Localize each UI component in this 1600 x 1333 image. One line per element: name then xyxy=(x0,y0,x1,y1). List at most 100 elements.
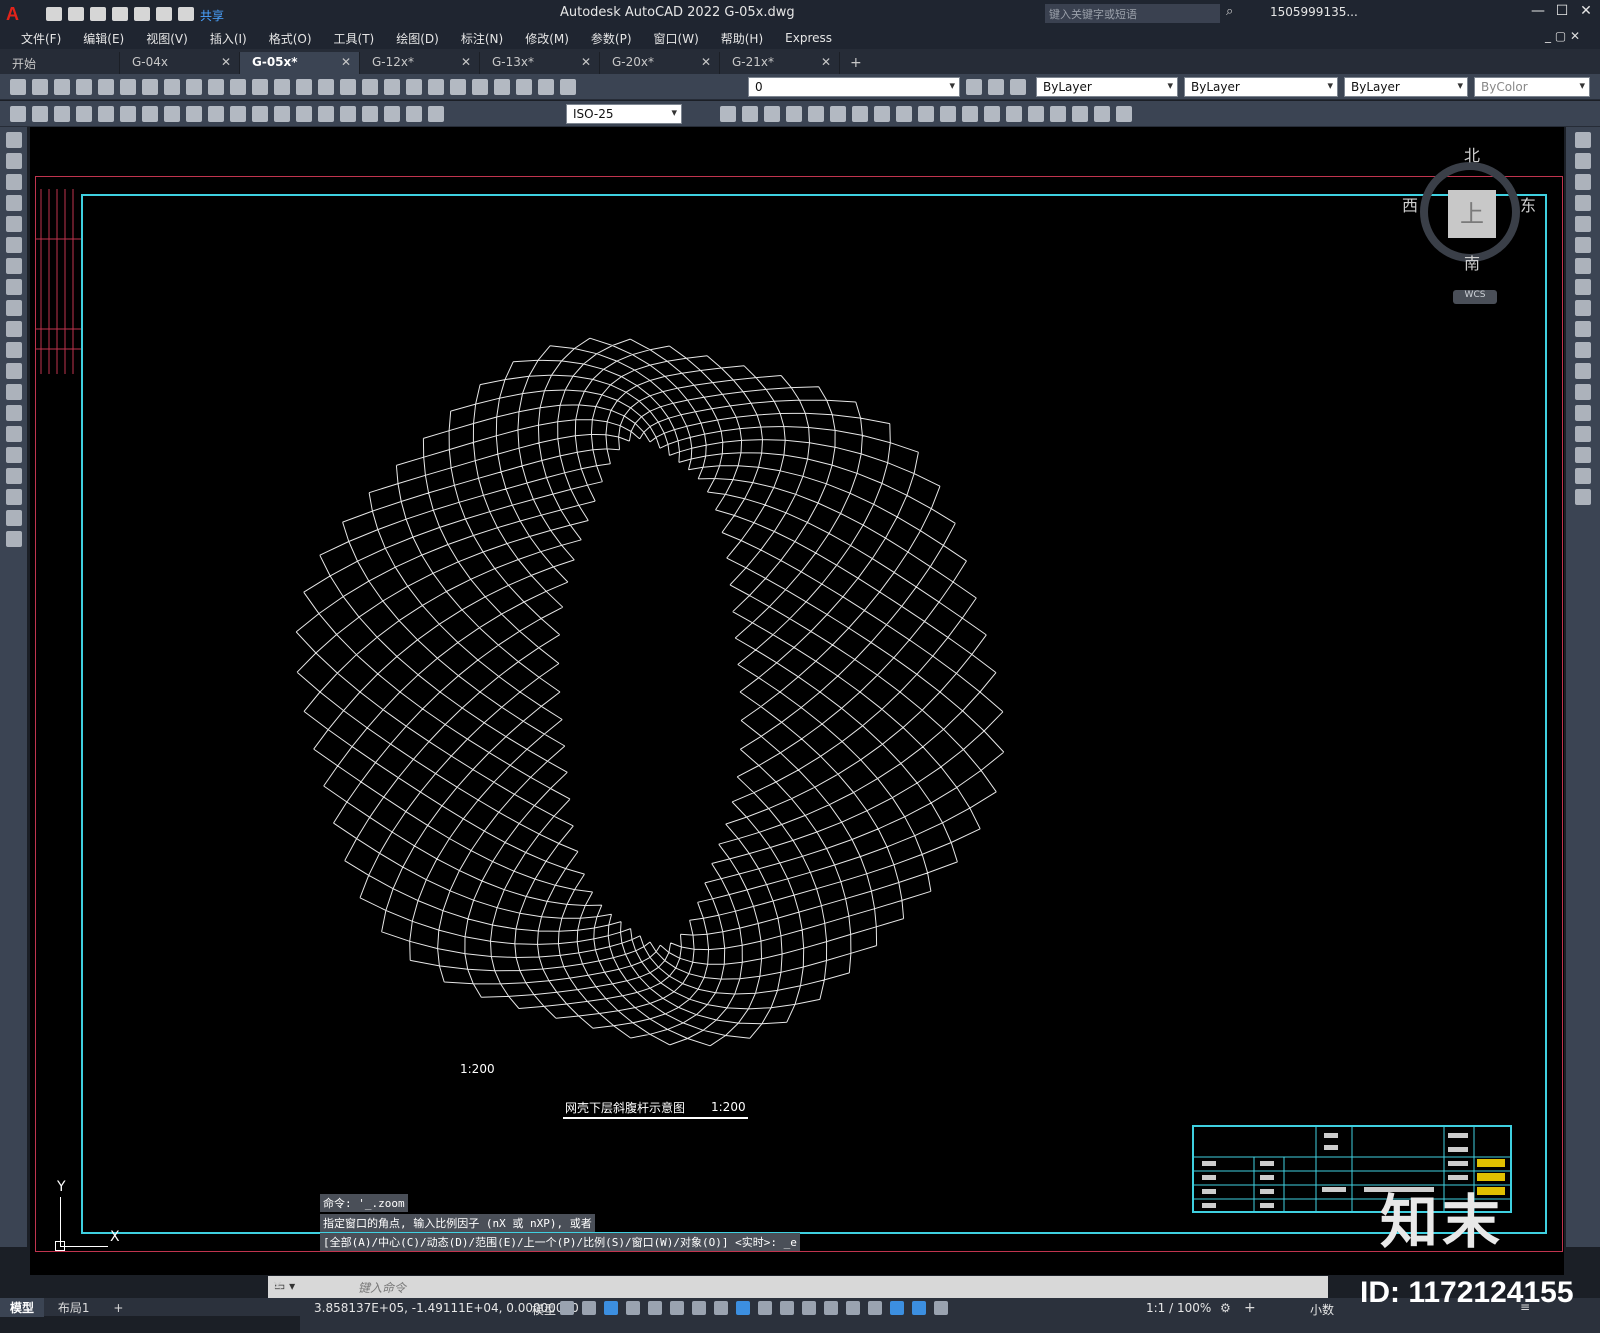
infer-constraints-icon[interactable] xyxy=(604,1301,618,1315)
lineweight-dropdown[interactable]: ByLayer xyxy=(1344,77,1468,97)
intersect-icon[interactable] xyxy=(786,106,802,122)
autocad-logo[interactable]: A xyxy=(6,3,28,25)
layer-dropdown[interactable]: 0 xyxy=(748,77,960,97)
erase-icon[interactable] xyxy=(1575,132,1591,148)
make-block-icon[interactable] xyxy=(5,384,22,400)
menu-insert[interactable]: 插入(I) xyxy=(199,30,258,47)
isometric-icon[interactable] xyxy=(692,1301,706,1315)
match-properties-icon[interactable] xyxy=(208,79,224,95)
quick-dim-icon[interactable] xyxy=(186,106,202,122)
rotate-3d-icon[interactable] xyxy=(1050,106,1066,122)
tool-palette-icon[interactable] xyxy=(384,79,400,95)
menu-parametric[interactable]: 参数(P) xyxy=(580,30,643,47)
lattice-shell-drawing[interactable] xyxy=(30,127,1564,1275)
ellipse-arc-icon[interactable] xyxy=(5,342,22,358)
new-icon[interactable] xyxy=(10,79,26,95)
line-icon[interactable] xyxy=(5,132,22,148)
layer-match-icon[interactable] xyxy=(988,79,1004,95)
maximize-icon[interactable]: ☐ xyxy=(1552,3,1572,19)
paste-icon[interactable] xyxy=(186,79,202,95)
subtract-icon[interactable] xyxy=(764,106,780,122)
tab-g20x[interactable]: G-20x* ✕ xyxy=(600,52,720,74)
selection-cycling-icon[interactable] xyxy=(802,1301,816,1315)
compass-south[interactable]: 南 xyxy=(1464,250,1480,274)
command-input[interactable]: 键入命令 xyxy=(358,1279,406,1296)
command-line[interactable]: ▭ ▾ 键入命令 xyxy=(268,1276,1328,1298)
publish-icon[interactable] xyxy=(120,79,136,95)
make-current-icon[interactable] xyxy=(966,79,982,95)
close-icon[interactable]: ✕ xyxy=(461,55,471,69)
compass-north[interactable]: 北 xyxy=(1464,142,1480,166)
union-icon[interactable] xyxy=(742,106,758,122)
minimize-icon[interactable]: — xyxy=(1528,3,1548,19)
aligned-dim-icon[interactable] xyxy=(32,106,48,122)
close-icon[interactable]: ✕ xyxy=(701,55,711,69)
rotate-icon[interactable] xyxy=(1575,258,1591,274)
point-icon[interactable] xyxy=(5,405,22,421)
close-icon[interactable]: ✕ xyxy=(581,55,591,69)
save-as-icon[interactable] xyxy=(112,6,128,21)
jog-line-icon[interactable] xyxy=(362,106,378,122)
arc-icon[interactable] xyxy=(5,237,22,253)
add-layout-button[interactable]: + xyxy=(103,1300,133,1316)
search-icon[interactable]: ⌕ xyxy=(1226,4,1233,19)
mirror-3d-icon[interactable] xyxy=(1094,106,1110,122)
revision-cloud-icon[interactable] xyxy=(5,279,22,295)
move-3d-icon[interactable] xyxy=(1028,106,1044,122)
open-icon[interactable] xyxy=(68,6,84,21)
plus-icon[interactable]: + xyxy=(1244,1300,1256,1316)
scale-icon[interactable] xyxy=(1575,279,1591,295)
circle-icon[interactable] xyxy=(5,258,22,274)
mirror-icon[interactable] xyxy=(1575,174,1591,190)
properties-icon[interactable] xyxy=(340,79,356,95)
drawing-canvas[interactable]: 1:200 网壳下层斜腹杆示意图 1:200 上 北 南 东 西 WCS Y X… xyxy=(30,127,1564,1275)
close-icon[interactable]: ✕ xyxy=(1576,3,1596,19)
chamfer-icon[interactable] xyxy=(1575,426,1591,442)
lattice-members[interactable] xyxy=(295,337,1005,1047)
hatch-icon[interactable] xyxy=(5,426,22,442)
compass-west[interactable]: 西 xyxy=(1402,192,1418,216)
light-bulb-icon[interactable] xyxy=(516,79,532,95)
ordinate-icon[interactable] xyxy=(76,106,92,122)
angular-icon[interactable] xyxy=(164,106,180,122)
radius-icon[interactable] xyxy=(98,106,114,122)
object-snap-tracking-icon[interactable] xyxy=(714,1301,728,1315)
chamfer-edge-icon[interactable] xyxy=(1006,106,1022,122)
tab-g04x[interactable]: G-04x ✕ xyxy=(120,52,240,74)
3d-osnap-icon[interactable] xyxy=(824,1301,838,1315)
text-icon[interactable] xyxy=(5,510,22,526)
selection-filter-icon[interactable] xyxy=(868,1301,882,1315)
explode-icon[interactable] xyxy=(1575,489,1591,505)
pan-icon[interactable] xyxy=(274,79,290,95)
ellipse-icon[interactable] xyxy=(5,321,22,337)
offset-icon[interactable] xyxy=(1575,195,1591,211)
snap-icon[interactable] xyxy=(582,1301,596,1315)
annotation-scale[interactable]: 1:1 / 100% xyxy=(1146,1301,1211,1315)
trim-icon[interactable] xyxy=(1575,321,1591,337)
search-input[interactable]: 键入关键字或短语 xyxy=(1045,4,1220,23)
linetype-dropdown[interactable]: ByLayer xyxy=(1184,77,1338,97)
lineweight-icon[interactable] xyxy=(758,1301,772,1315)
tab-layout1[interactable]: 布局1 xyxy=(48,1298,100,1317)
save-icon[interactable] xyxy=(90,6,106,21)
sun-icon[interactable] xyxy=(538,79,554,95)
linear-dim-icon[interactable] xyxy=(10,106,26,122)
menu-express[interactable]: Express xyxy=(774,31,843,45)
calculator-icon[interactable] xyxy=(450,79,466,95)
spline-icon[interactable] xyxy=(5,300,22,316)
ortho-icon[interactable] xyxy=(648,1301,662,1315)
dim-update-icon[interactable] xyxy=(428,106,444,122)
dynamic-input-icon[interactable] xyxy=(626,1301,640,1315)
grid-icon[interactable] xyxy=(560,1301,574,1315)
tab-g13x[interactable]: G-13x* ✕ xyxy=(480,52,600,74)
wcs-menu[interactable]: WCS xyxy=(1453,290,1497,304)
dimstyle-dropdown[interactable]: ISO-25 xyxy=(566,104,682,124)
table-icon[interactable] xyxy=(5,489,22,505)
extrude-icon[interactable] xyxy=(808,106,824,122)
gradient-icon[interactable] xyxy=(5,447,22,463)
menu-modify[interactable]: 修改(M) xyxy=(514,30,580,47)
menu-window[interactable]: 窗口(W) xyxy=(643,30,710,47)
close-cmdline-icon[interactable]: ✕ xyxy=(272,1279,283,1294)
extend-icon[interactable] xyxy=(1575,342,1591,358)
region-icon[interactable] xyxy=(5,468,22,484)
